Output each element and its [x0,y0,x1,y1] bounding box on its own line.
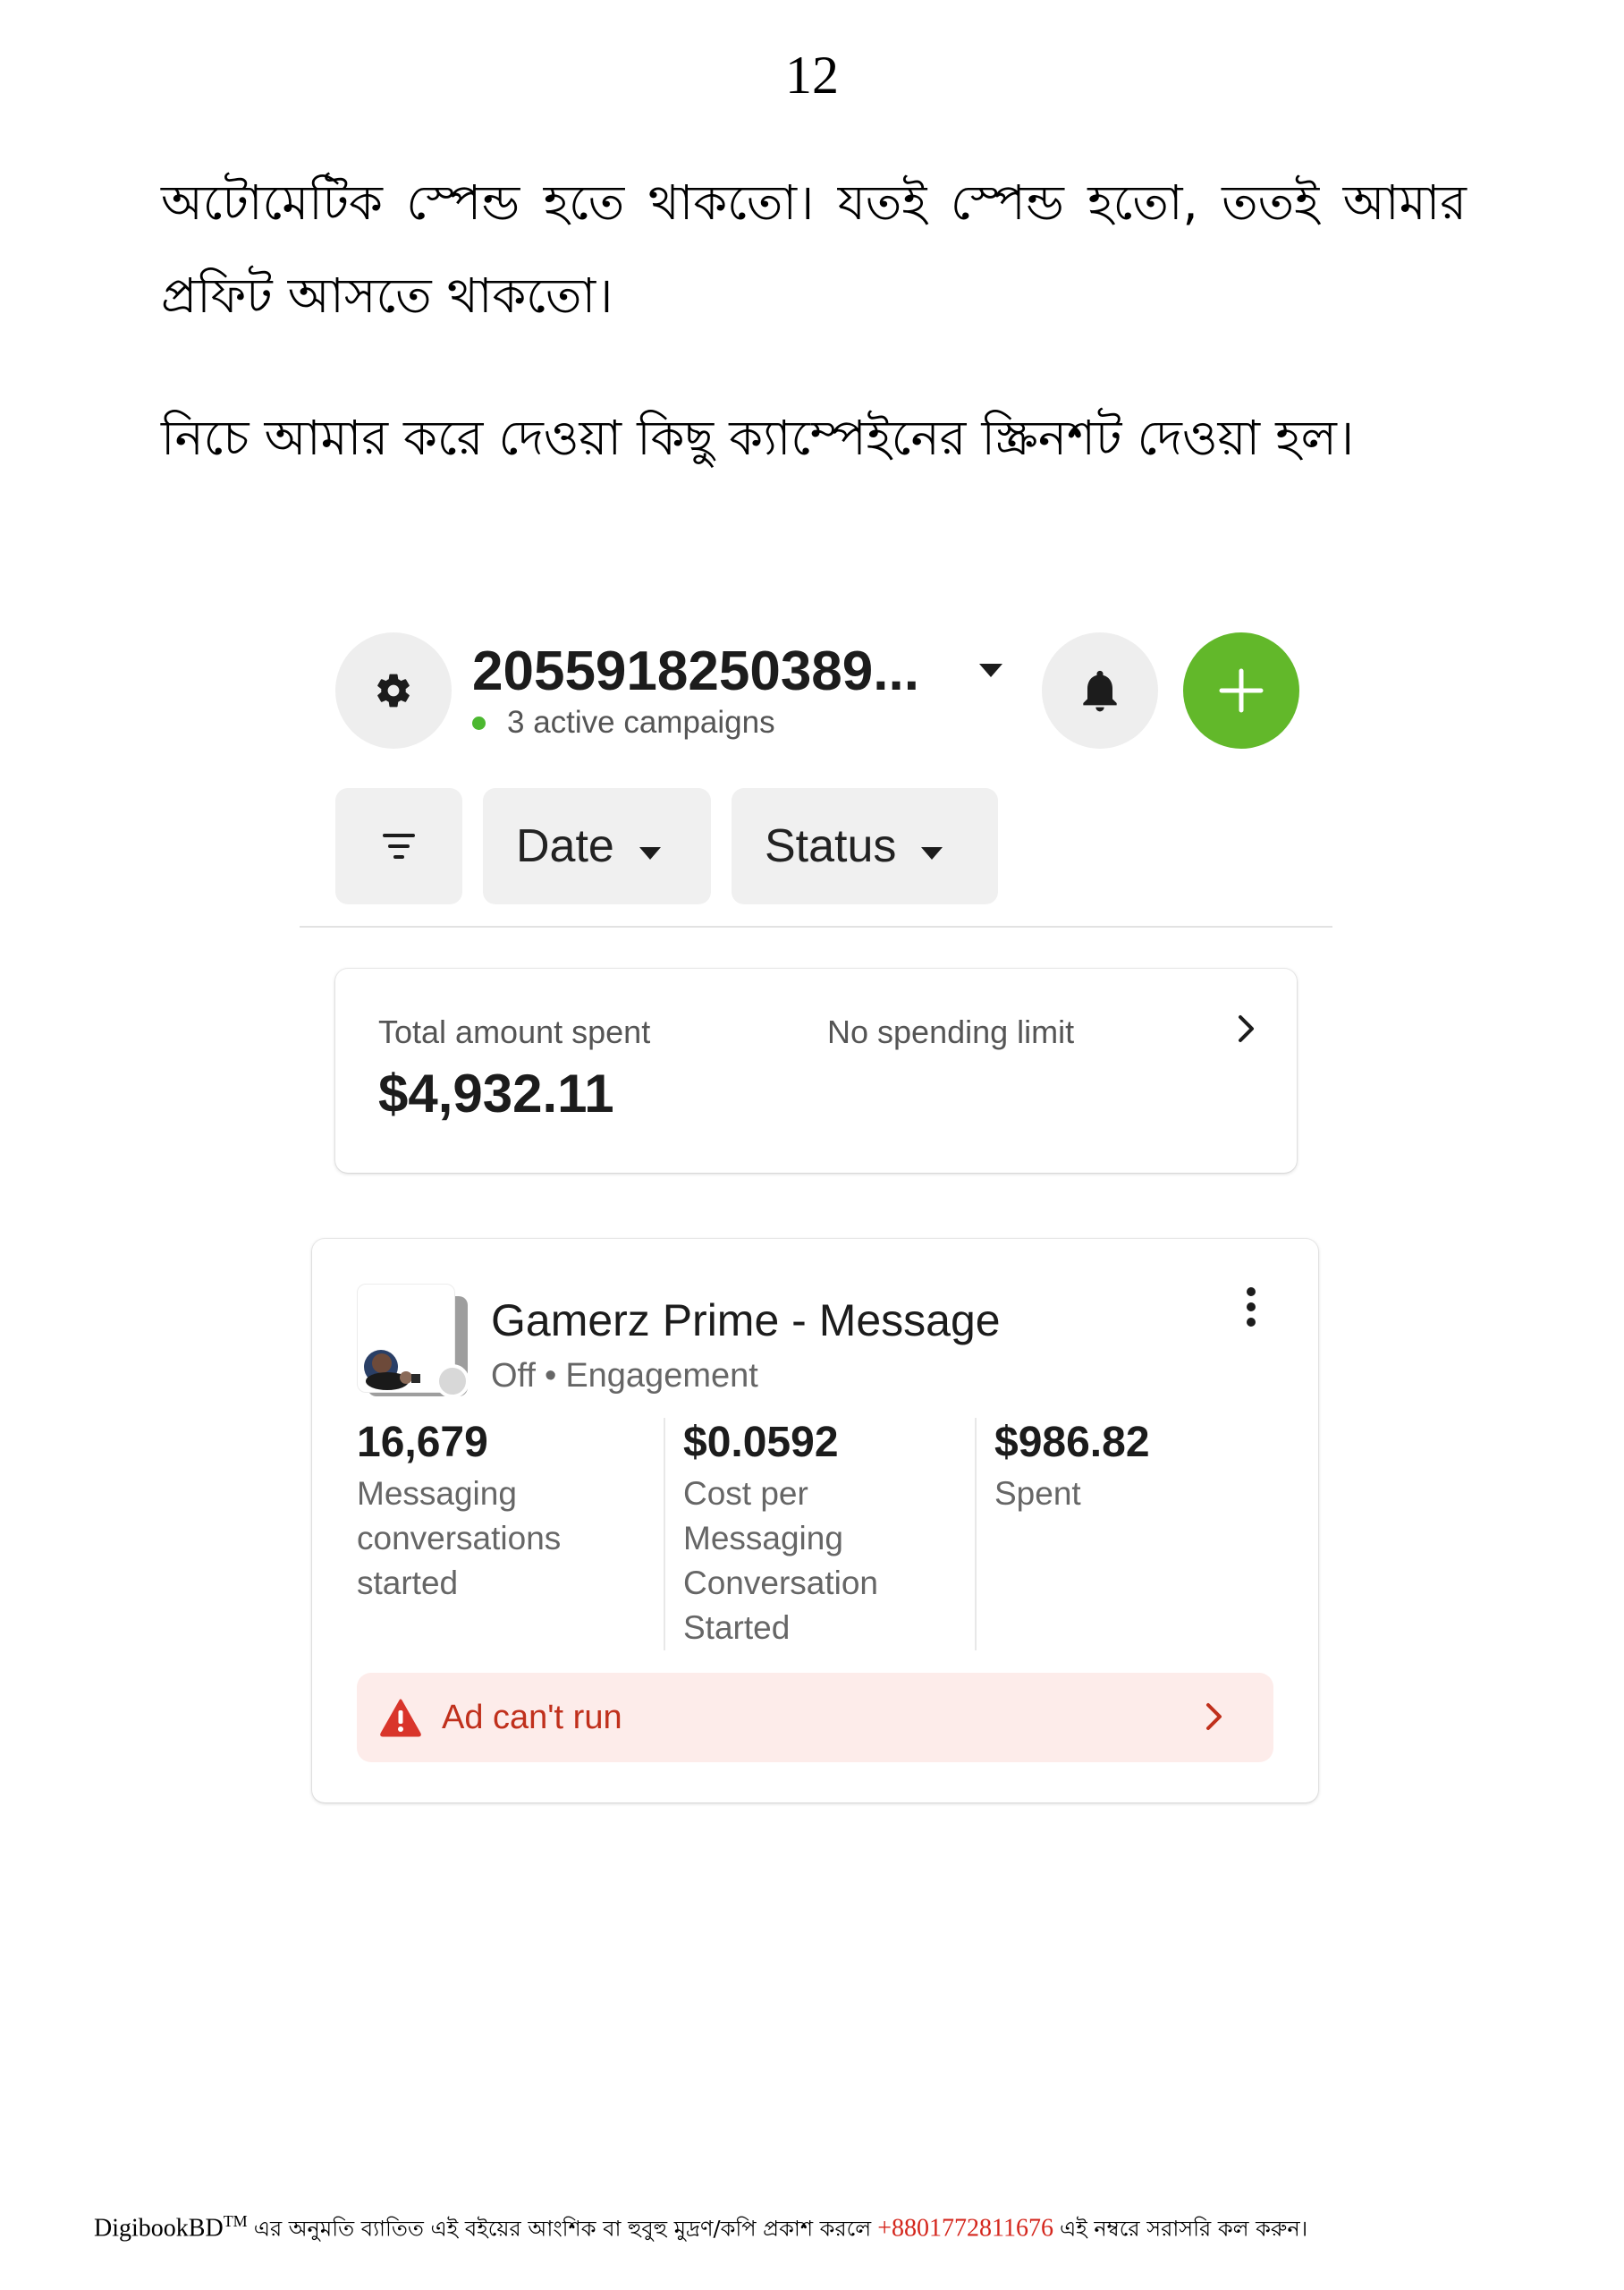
ad-cant-run-alert[interactable]: Ad can't run [357,1673,1273,1762]
caret-down-icon [638,819,663,873]
campaign-card[interactable]: Gamerz Prime - Message Off • Engagement 16… [312,1239,1318,1802]
gear-icon [377,674,410,708]
metric-label: Messaging conversations started [357,1475,562,1601]
total-spent-card[interactable]: Total amount spent $4,932.11 No spending… [335,969,1297,1173]
caret-down-icon [979,664,1002,677]
campaign-name[interactable]: Gamerz Prime - Message [491,1294,1001,1346]
metric-value: $986.82 [994,1419,1150,1466]
metric-label: Cost per Messaging Conversation Started [683,1475,879,1646]
footer-text-before-phone: এর অনুমতি ব্যাতিত এই বইয়ের আংশিক বা হুব… [253,2216,872,2242]
account-id[interactable]: 2055918250389... [472,640,919,703]
filter-button[interactable] [335,788,462,904]
bell-icon [1083,670,1117,712]
create-campaign-button[interactable] [1183,632,1299,749]
spending-limit-label: No spending limit [827,1014,1075,1050]
campaign-thumbnail [357,1284,473,1400]
ads-manager-screenshot: 2055918250389... 3 active campaigns Date [300,613,1332,1829]
alert-text: Ad can't run [442,1698,622,1736]
active-campaigns-status: 3 active campaigns [472,705,775,741]
metric-value: 16,679 [357,1419,488,1466]
filter-icon [383,834,415,859]
total-spent-label: Total amount spent [378,1014,651,1050]
campaign-objective: Engagement [565,1357,758,1395]
footer-phone[interactable]: +8801772811676 [877,2214,1053,2242]
active-campaigns-label: 3 active campaigns [507,705,775,740]
notifications-button[interactable] [1042,632,1158,749]
footer-copyright-notice: DigibookBDTM এর অনুমতি ব্যাতিত এই বইয়ের… [94,2212,1307,2248]
status-filter-dropdown[interactable]: Status [732,788,998,904]
date-filter-dropdown[interactable]: Date [483,788,711,904]
paragraph-spend-profit: অটোমেটিক স্পেন্ড হতে থাকতো। যতই স্পেন্ড … [161,174,1467,324]
account-dropdown[interactable] [977,662,1004,684]
chevron-right-icon [1205,1701,1224,1736]
warning-icon [379,1698,422,1737]
active-status-dot [472,716,486,730]
more-options-button[interactable] [1245,1285,1257,1333]
footer-text-after-phone: এই নম্বরে সরাসরি কল করুন। [1059,2216,1308,2242]
metric-label: Spent [994,1475,1081,1512]
campaign-meta: Off • Engagement [491,1357,758,1395]
metric-cost-per-conversation: $0.0592 Cost per Messaging Conversation … [664,1418,969,1650]
campaign-status: Off [491,1357,536,1395]
trademark-mark: TM [223,2212,248,2230]
chevron-right-icon[interactable] [1237,1014,1256,1048]
settings-button[interactable] [335,632,452,749]
paragraph-screenshot-intro: নিচে আমার করে দেওয়া কিছু ক্যাম্পেইনের স… [161,410,1355,466]
metric-value: $0.0592 [683,1419,839,1466]
meta-separator: • [545,1357,557,1395]
metric-conversations: 16,679 Messaging conversations started [357,1418,643,1650]
status-filter-label: Status [765,820,897,872]
date-filter-label: Date [516,820,614,872]
footer-brand: DigibookBD [94,2214,224,2243]
caret-down-icon [919,819,944,873]
divider [300,926,1332,928]
campaign-status-dot [436,1364,469,1398]
total-spent-value: $4,932.11 [378,1064,614,1124]
more-vertical-icon [1247,1287,1256,1327]
page-number: 12 [785,46,839,105]
metric-spent: $986.82 Spent [975,1418,1263,1650]
plus-icon [1219,668,1264,713]
